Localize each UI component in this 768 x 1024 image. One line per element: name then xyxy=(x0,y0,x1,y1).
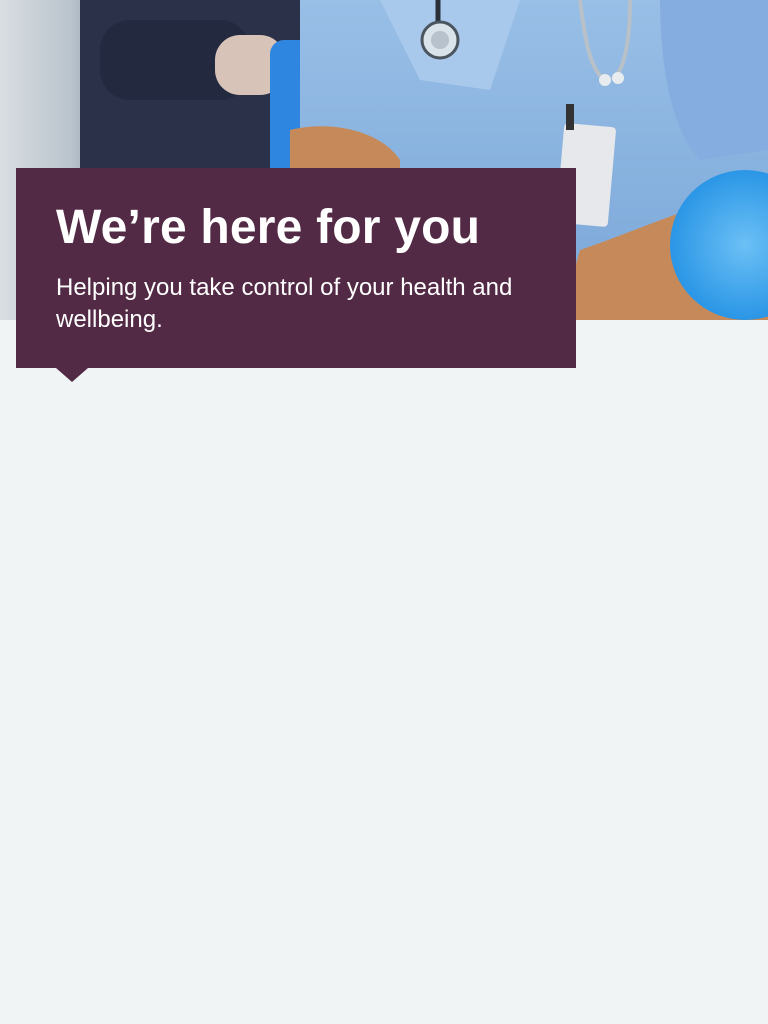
promo-subtitle: Helping you take control of your health … xyxy=(56,274,513,333)
page: We’re here for you Helping you take cont… xyxy=(0,0,768,1024)
promo-card: We’re here for you Helping you take cont… xyxy=(16,168,576,382)
promo-title: We’re here for you xyxy=(56,201,481,254)
